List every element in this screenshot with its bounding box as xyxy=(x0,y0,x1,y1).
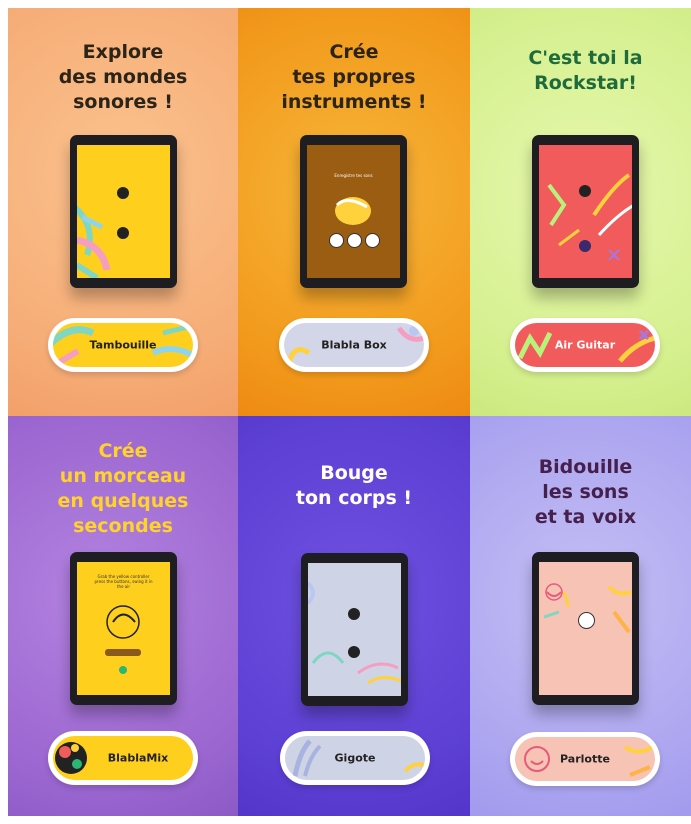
voice-icon[interactable] xyxy=(578,612,595,629)
panel-title: Explore des mondes sonores ! xyxy=(58,41,188,113)
screen-decoration xyxy=(308,581,401,685)
app-badge-art: Blabla Box xyxy=(284,323,424,367)
screen-caption: Enregistre tes sons xyxy=(334,173,373,178)
app-badge-art: Parlotte xyxy=(515,737,655,781)
guitar-icon[interactable] xyxy=(579,240,591,252)
app-badge-parlotte[interactable]: Parlotte xyxy=(510,732,660,786)
dance-icon[interactable] xyxy=(348,646,360,658)
screen-caption: Grab the yellow controller press the but… xyxy=(94,574,153,589)
tablet-mockup xyxy=(532,135,639,288)
tablet-mockup: Enregistre tes sons xyxy=(300,135,407,288)
panel-title: Bouge ton corps ! xyxy=(295,462,413,509)
panel-parlotte: Bidouille les sons et ta voix Parlotte xyxy=(470,416,691,816)
app-badge-art: Tambouille xyxy=(53,323,193,367)
tablet-screen xyxy=(77,145,170,278)
screen-decoration xyxy=(335,197,371,225)
screen-decoration xyxy=(547,173,632,261)
guitar-icon[interactable] xyxy=(579,185,591,197)
app-name: Air Guitar xyxy=(554,338,616,352)
dance-icon[interactable] xyxy=(348,608,360,620)
panel-blablamix: Crée un morceau en quelques secondes Gra… xyxy=(8,416,238,816)
panel-title: Bidouille les sons et ta voix xyxy=(534,456,637,528)
instrument-icon[interactable] xyxy=(117,227,129,239)
sound-button[interactable] xyxy=(329,233,344,248)
panel-air-guitar: C'est toi la Rockstar! Air Guitar xyxy=(470,8,691,416)
panel-gigote: Bouge ton corps ! Gigote xyxy=(238,416,470,816)
app-badge-blablamix[interactable]: BlablaMix xyxy=(48,731,198,785)
tablet-screen xyxy=(539,145,632,278)
tablet-screen xyxy=(539,562,632,695)
app-name: Parlotte xyxy=(560,752,610,766)
app-badge-gigote[interactable]: Gigote xyxy=(280,731,430,785)
app-badge-tambouille[interactable]: Tambouille xyxy=(48,318,198,372)
app-badge-art: BlablaMix xyxy=(53,736,193,780)
app-showcase-grid: Explore des mondes sonores ! Tambouille … xyxy=(8,8,691,816)
app-name: BlablaMix xyxy=(107,751,169,765)
tablet-mockup xyxy=(301,553,408,706)
screen-decoration xyxy=(77,205,111,278)
panel-tambouille: Explore des mondes sonores ! Tambouille xyxy=(8,8,238,416)
app-badge-air-guitar[interactable]: Air Guitar xyxy=(510,318,660,372)
tablet-mockup xyxy=(70,135,177,288)
panel-title: C'est toi la Rockstar! xyxy=(528,47,643,94)
tablet-screen xyxy=(308,563,401,696)
app-name: Blabla Box xyxy=(321,338,387,352)
panel-title: Crée tes propres instruments ! xyxy=(281,41,427,113)
tablet-mockup xyxy=(532,552,639,705)
tablet-mockup: Grab the yellow controller press the but… xyxy=(70,552,177,705)
sound-button[interactable] xyxy=(347,233,362,248)
sound-button[interactable] xyxy=(365,233,380,248)
app-name: Tambouille xyxy=(89,338,157,352)
instrument-icon[interactable] xyxy=(117,187,129,199)
panel-blabla-box: Crée tes propres instruments ! Enregistr… xyxy=(238,8,470,416)
panel-title: Crée un morceau en quelques secondes xyxy=(57,440,189,537)
app-badge-art: Gigote xyxy=(285,736,425,780)
app-badge-art: Air Guitar xyxy=(515,323,655,367)
tablet-screen: Enregistre tes sons xyxy=(307,145,400,278)
app-badge-blabla-box[interactable]: Blabla Box xyxy=(279,318,429,372)
app-name: Gigote xyxy=(334,751,376,765)
tablet-screen: Grab the yellow controller press the but… xyxy=(77,562,170,695)
